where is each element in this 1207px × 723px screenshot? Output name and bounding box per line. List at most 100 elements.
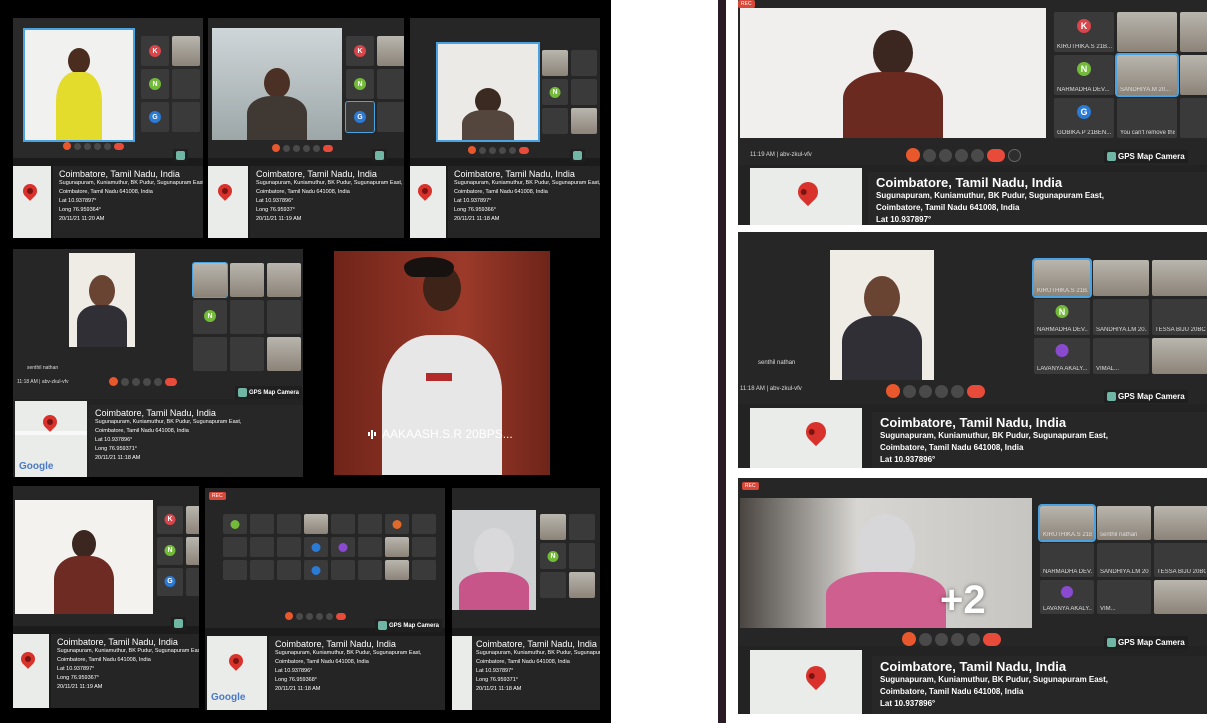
recording-badge: REC [209,492,226,500]
participant-tile [1093,260,1149,296]
map-thumbnail [750,650,862,714]
participant-tile [412,514,436,534]
participant-grid: N [540,514,595,598]
participant-tile [230,263,264,297]
participant-grid: N [542,50,597,134]
participant-tile [569,514,595,540]
participant-grid: K N G [157,506,199,596]
participant-tile: G [141,102,169,132]
participant-tile: G [345,101,375,133]
participant-grid: K N G [345,36,404,133]
photo-tile-aakaash: AAKAASH.S.R 20BPS... [334,251,550,475]
participant-tile: KIRUTHIKA.S 21B... [1032,258,1092,298]
participant-grid: K N G [141,36,200,132]
google-logo: Google [211,692,246,703]
self-name: senthil nathan [27,365,59,371]
location-info: Coimbatore, Tamil Nadu, India Sugunapura… [53,166,203,238]
map-thumbnail [13,634,49,708]
speaker-video [436,42,540,142]
speaker-video [212,28,342,140]
participant-tile [172,36,200,66]
participant-tile [569,543,595,569]
meeting-controls [63,142,124,150]
participant-tile: SANDHIYA.LM 20... [1097,543,1151,577]
meeting-controls [468,146,529,154]
participant-tile [377,36,404,66]
map-thumbnail: Google [15,401,87,477]
participant-tile [331,514,355,534]
gps-camera-icon [174,619,183,628]
participant-tile [186,537,199,565]
participant-tile [412,560,436,580]
participant-tile [542,50,568,76]
meeting-clock: 11:18 AM | abv-zkul-vfv [740,386,802,392]
participant-tile [192,262,228,298]
participant-tile [172,69,200,99]
participant-tile: SANDHIYA.M 20... [1115,53,1179,97]
participant-tile: G GOBIKA.P 21BEN... [1054,98,1114,138]
participant-tile: You can't remove this participant [1117,98,1177,138]
meeting-controls [886,384,985,398]
participant-tile: N [193,300,227,334]
map-thumbnail [750,408,862,468]
participant-tile [1154,580,1207,614]
participant-tile [331,560,355,580]
speaker-video [15,500,153,614]
participant-tile [304,560,328,580]
participant-tile [223,514,247,534]
participant-tile [331,537,355,557]
participant-tile [1154,506,1207,540]
gps-camera-icon [573,151,582,160]
audio-bars-icon [368,429,376,439]
participant-tile: NARMADHA DEV... [1040,543,1094,577]
recording-badge: REC [742,482,759,490]
location-info: Coimbatore, Tamil Nadu, India Sugunapura… [250,166,404,238]
participant-tile: K [141,36,169,66]
photo-tile-right-1: REC K KIRUTHIKA.S 21B... N NARMADHA DEV...… [738,0,1207,225]
participant-tile [1152,338,1207,374]
location-info: Coimbatore, Tamil Nadu, India Sugunapura… [868,172,1207,225]
participant-tile [172,102,200,132]
participant-tile [250,537,274,557]
photo-tile-9: N Coimbatore, Tamil Nadu, India Sugunapu… [452,488,600,710]
more-photos-overlay: +2 [940,578,986,622]
gps-camera-badge: GPS Map Camera [375,619,443,632]
participant-tile [277,560,301,580]
location-info: Coimbatore, Tamil Nadu, India Sugunapura… [872,412,1207,468]
participant-tile [223,537,247,557]
meeting-controls [906,148,1021,162]
participant-tile: TESSA BIJU 20BC... [1152,299,1207,335]
participant-tile [569,572,595,598]
google-logo: Google [19,461,54,472]
participant-tile [186,506,199,534]
photo-tile-8: REC GPS Map Camera Google Coimbatore, Ta… [205,488,445,710]
participant-tile [412,537,436,557]
location-info: Coimbatore, Tamil Nadu, India Sugunapura… [448,166,600,238]
participant-tile: TESSA BIJU 20BC... [1154,543,1207,577]
participant-grid: N [192,262,301,371]
photo-tile-right-3: REC +2 KIRUTHIKA.S 21B... senthil nathan… [738,478,1207,714]
photo-tile-1: K N G Coimbatore, Tamil Nadu, India Sugu… [13,18,203,238]
gps-camera-badge: GPS Map Camera [1104,390,1188,403]
speaker-video [740,498,1032,628]
participant-grid: KIRUTHIKA.S 21B... N NARMADHA DEV... SAND… [1032,258,1207,374]
participant-tile [1180,98,1207,138]
divider [718,0,726,723]
participant-tile [358,514,382,534]
photo-tile-right-2: KIRUTHIKA.S 21B... N NARMADHA DEV... SAND… [738,232,1207,468]
participant-tile [377,69,404,99]
map-thumbnail [410,166,446,238]
participant-tile [193,337,227,371]
gps-camera-icon [1107,392,1116,401]
gps-camera-icon [1107,152,1116,161]
photo-tile-7: K N G Coimbatore, Tamil Nadu, India Sugu… [13,486,199,708]
participant-tile [250,560,274,580]
gps-camera-badge: GPS Map Camera [1104,636,1188,649]
meeting-clock: 11:18 AM | abv-zkul-vfv [17,379,69,385]
participant-tile [250,514,274,534]
participant-tile [571,79,597,105]
location-info: Coimbatore, Tamil Nadu, India Sugunapura… [269,636,445,710]
gps-camera-icon [238,388,247,397]
participant-tile [542,108,568,134]
participant-tile [385,560,409,580]
